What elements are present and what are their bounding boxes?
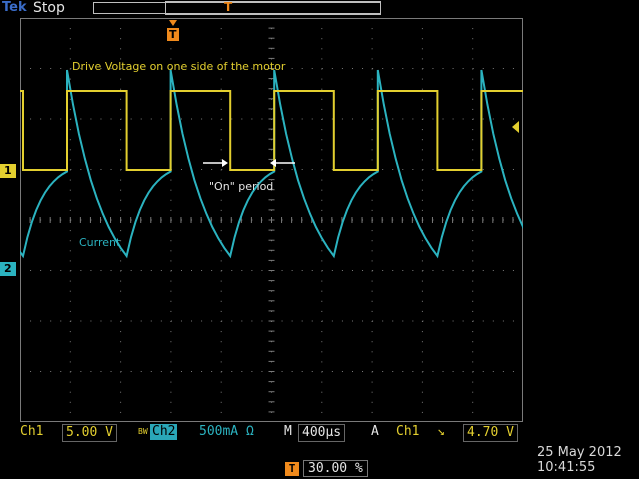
trigger-position-marker[interactable]: T [166,20,180,42]
on-period-arrows [203,159,295,167]
trigger-source-readout[interactable]: Ch1 [396,424,419,440]
timebase-readout[interactable]: 400µs [298,424,346,442]
brand-label: Tek [2,0,27,15]
acquisition-state[interactable]: Stop [33,0,65,16]
ch2-ground-marker[interactable]: 2 [0,262,16,276]
trigger-position-readout[interactable]: T 30.00 % [285,460,368,477]
trigger-mode-readout: A [371,424,379,439]
trigger-position-icon: T [285,461,299,476]
trigger-slope-icon: ↘ [437,424,445,439]
current-annotation: Current [79,236,121,249]
bandwidth-limit-icon: BW [138,427,148,436]
ch1-marker-label: 1 [4,164,12,177]
record-view-window[interactable] [165,1,381,15]
trigger-level-marker[interactable] [511,118,521,133]
trigger-position-record-marker: T [224,0,233,14]
waveform-display[interactable] [20,18,523,422]
ch2-scale-readout[interactable]: 500mA Ω [199,424,254,440]
on-period-annotation: "On" period [209,180,274,193]
ch1-readout-label: Ch1 [20,424,44,439]
time-text: 10:41:55 [537,460,596,475]
timebase-label: M [284,424,292,439]
ch2-marker-label: 2 [4,262,12,275]
date-text: 25 May 2012 [537,445,622,460]
trigger-position-value: 30.00 % [303,460,368,477]
datetime-readout: 25 May 2012 10:41:55 [537,445,622,475]
ch1-scale-readout[interactable]: 5.00 V [62,424,117,442]
trigger-marker-label: T [169,28,177,41]
ch2-readout-label[interactable]: Ch2 [150,424,178,440]
trigger-level-arrow-icon [512,121,519,133]
status-bar: Tek Stop T [0,0,639,18]
ch1-ground-marker[interactable]: 1 [0,164,16,178]
readout-bar: Ch1 5.00 V BW Ch2 500mA Ω M 400µs A Ch1 … [0,424,639,442]
trigger-level-readout[interactable]: 4.70 V [463,424,518,442]
drive-voltage-annotation: Drive Voltage on one side of the motor [72,60,286,73]
